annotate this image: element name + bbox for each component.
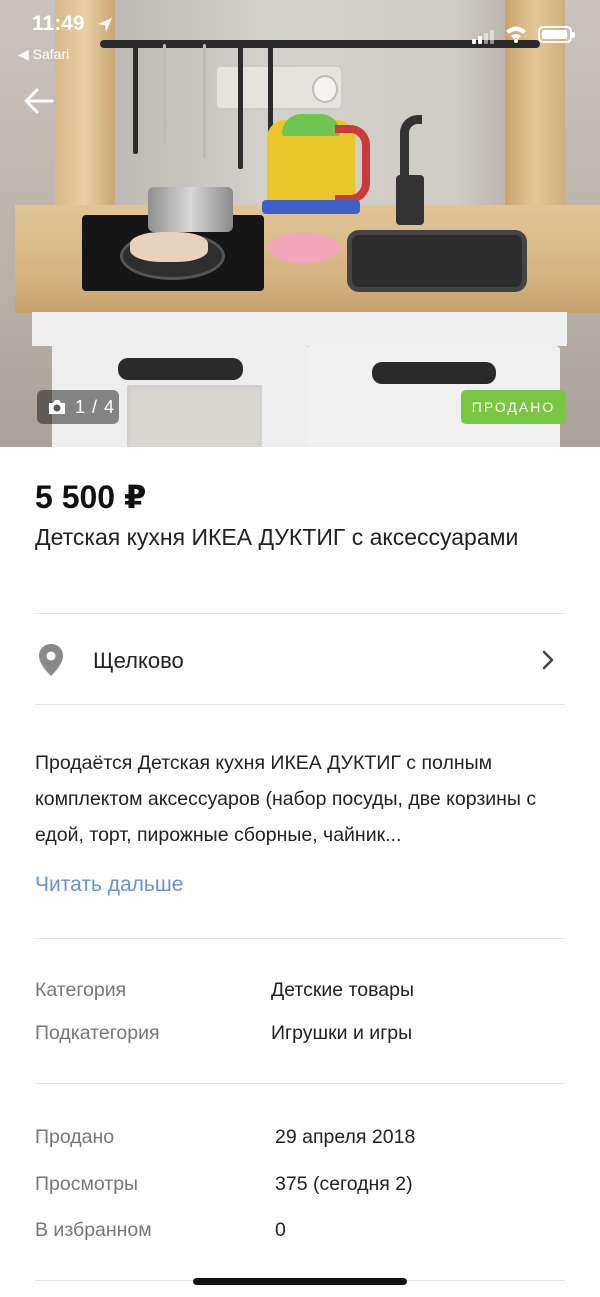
cellular-signal-icon — [472, 30, 494, 44]
photo-skirting — [32, 312, 567, 346]
divider — [35, 1083, 565, 1084]
read-more-link[interactable]: Читать дальше — [35, 873, 183, 897]
photo-counter-text: 1 / 4 — [75, 397, 116, 417]
camera-icon — [49, 400, 65, 414]
listing-description: Продаётся Детская кухня ИКЕА ДУКТИГ с по… — [35, 752, 537, 846]
photo-sink — [347, 230, 527, 292]
back-to-app-link[interactable]: ◀ Safari — [18, 46, 69, 63]
photo-cabinet-handle — [372, 362, 496, 384]
back-arrow-icon[interactable] — [22, 86, 56, 116]
detail-label: Категория — [35, 979, 127, 1001]
status-bar: 11:49 ◀ Safari — [0, 0, 600, 68]
location-label: Щелково — [93, 648, 184, 673]
divider — [35, 613, 565, 614]
photo-plate — [268, 233, 340, 263]
detail-value: Игрушки и игры — [271, 1022, 413, 1044]
chevron-right-icon — [542, 650, 554, 670]
photo-kettle-lid — [282, 114, 340, 136]
listing-title: Детская кухня ИКЕА ДУКТИГ с аксессуарами — [35, 524, 519, 550]
photo-oven-window — [127, 385, 262, 447]
photo-kettle-base — [262, 200, 360, 214]
price: 5 500 ₽ — [35, 479, 147, 515]
wifi-icon — [506, 26, 526, 43]
detail-value: Детские товары — [271, 979, 414, 1001]
location-row[interactable]: Щелково — [0, 615, 600, 705]
photo-oven-handle — [118, 358, 243, 380]
stat-label: Продано — [35, 1126, 115, 1148]
stat-value: 29 апреля 2018 — [275, 1126, 416, 1148]
location-arrow-icon — [98, 18, 112, 32]
location-pin-icon — [39, 644, 63, 676]
photo-kettle-handle — [335, 125, 370, 203]
photo-food — [130, 232, 208, 262]
divider — [35, 938, 565, 939]
photo-counter: 1 / 4 — [37, 390, 119, 424]
stat-value: 375 (сегодня 2) — [275, 1173, 413, 1195]
status-time: 11:49 — [32, 12, 85, 35]
photo-pot — [148, 187, 233, 232]
photo-outlet — [215, 65, 343, 110]
stat-label: В избранном — [35, 1219, 152, 1241]
photo-tap-base — [396, 175, 424, 225]
divider — [35, 704, 565, 705]
detail-label: Подкатегория — [35, 1022, 160, 1044]
battery-icon — [538, 26, 575, 43]
stat-value: 0 — [275, 1219, 286, 1241]
stat-label: Просмотры — [35, 1173, 139, 1195]
home-indicator — [193, 1278, 407, 1285]
sold-badge: ПРОДАНО — [461, 390, 566, 424]
